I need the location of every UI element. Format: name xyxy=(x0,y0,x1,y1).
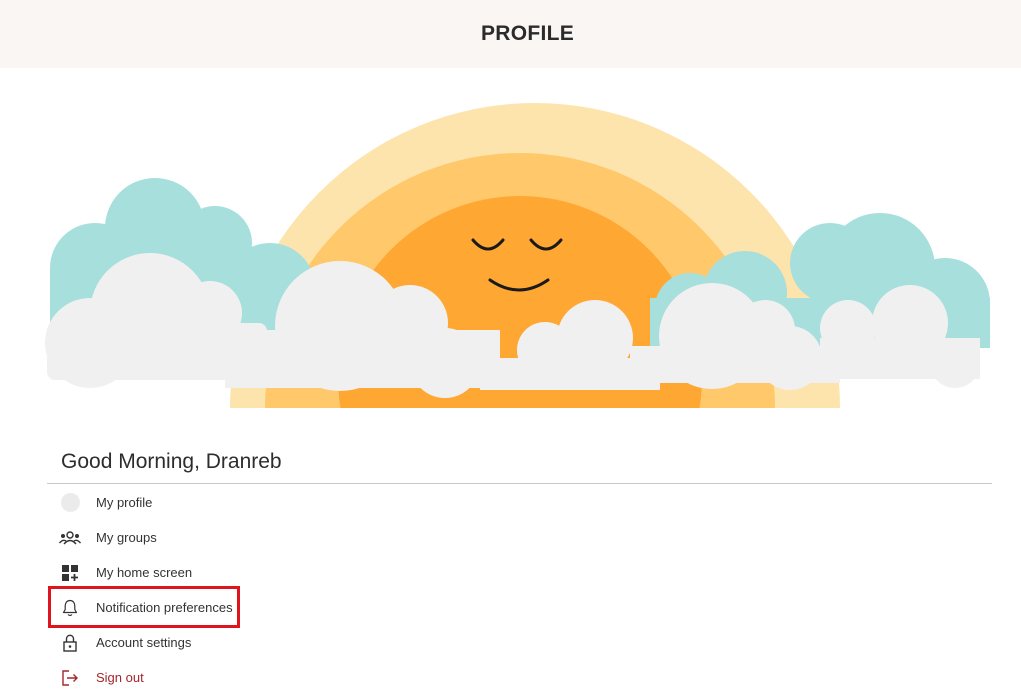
morning-sun-illustration xyxy=(45,103,990,408)
page-title: PROFILE xyxy=(480,22,575,45)
menu-item-label: My profile xyxy=(96,495,153,510)
menu-item-my-profile[interactable]: My profile xyxy=(47,485,992,520)
menu-item-label: Account settings xyxy=(96,635,192,650)
lock-icon xyxy=(47,625,93,660)
header-bar: PROFILE xyxy=(0,0,1021,68)
divider xyxy=(47,483,992,484)
menu-item-label: Sign out xyxy=(96,670,144,685)
menu-item-label: My home screen xyxy=(96,565,193,580)
highlight-annotation xyxy=(48,586,240,628)
add-grid-icon xyxy=(47,555,93,590)
avatar-icon xyxy=(47,485,93,520)
menu-item-sign-out[interactable]: Sign out xyxy=(47,660,992,695)
sign-out-icon xyxy=(47,660,93,695)
menu-item-my-groups[interactable]: My groups xyxy=(47,520,992,555)
greeting-text: Good Morning, Dranreb xyxy=(61,450,282,473)
menu-item-my-home-screen[interactable]: My home screen xyxy=(47,555,992,590)
menu-item-label: My groups xyxy=(96,530,157,545)
menu-item-account-settings[interactable]: Account settings xyxy=(47,625,992,660)
people-icon xyxy=(47,520,93,555)
